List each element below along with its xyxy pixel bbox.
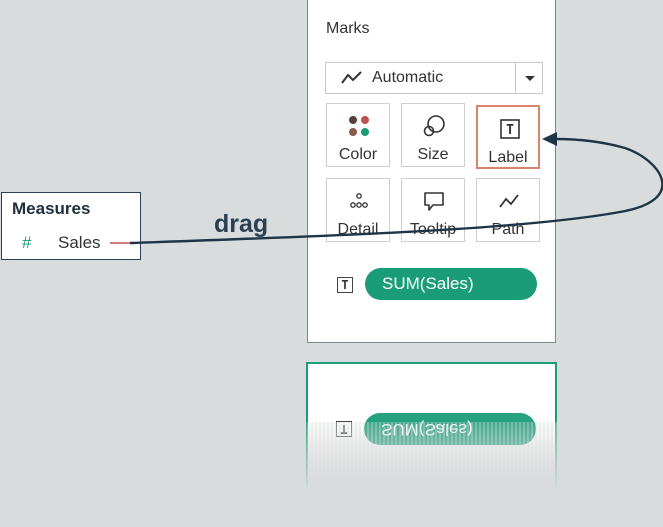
reflection-fade (306, 422, 557, 492)
drag-arrow-path (129, 137, 663, 245)
pill-reflection: T SUM(Sales) (306, 362, 557, 492)
arrowhead-icon (542, 132, 557, 146)
